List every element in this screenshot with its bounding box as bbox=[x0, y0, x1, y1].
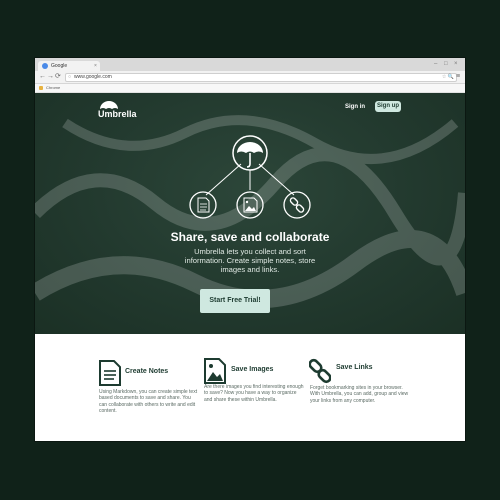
feature-save-links: Save Links Forget bookmarking sites in y… bbox=[309, 334, 419, 441]
hero-section: Umbrella Sign in Sign up Share, save and… bbox=[35, 93, 465, 334]
features-section: Create Notes Using Markdown, you can cre… bbox=[35, 334, 465, 441]
tab-bar: Google × – □ × bbox=[35, 58, 465, 71]
umbrella-circle-icon bbox=[232, 135, 268, 171]
start-free-trial-button[interactable]: Start Free Trial! bbox=[200, 289, 270, 313]
feature-description: Are there images you find interesting en… bbox=[204, 384, 304, 403]
address-bar[interactable]: ○ www.google.com ☆ 🔍 bbox=[65, 73, 457, 82]
image-icon bbox=[204, 358, 226, 384]
hero-headline: Share, save and collaborate bbox=[170, 230, 330, 244]
maximize-icon[interactable]: □ bbox=[444, 60, 448, 68]
browser-menu-icon[interactable]: ≡ bbox=[456, 72, 460, 82]
url-text: www.google.com bbox=[74, 74, 112, 80]
feature-save-images: Save Images Are there images you find in… bbox=[204, 334, 314, 441]
image-circle-icon bbox=[236, 191, 264, 219]
favicon-icon bbox=[42, 63, 48, 69]
bookmark-item[interactable]: Chrome bbox=[46, 84, 60, 92]
back-icon[interactable]: ← bbox=[39, 72, 46, 82]
feature-title: Save Links bbox=[336, 364, 373, 371]
reload-icon[interactable]: ⟳ bbox=[55, 72, 61, 82]
browser-window: Google × – □ × ← → ⟳ ○ www.google.com ☆ … bbox=[35, 58, 465, 441]
minimize-icon[interactable]: – bbox=[434, 60, 437, 68]
bookmark-folder-icon bbox=[39, 86, 43, 90]
bookmark-star-icon[interactable]: ☆ 🔍 bbox=[442, 74, 454, 81]
note-icon bbox=[99, 360, 121, 386]
hero-subtitle: Umbrella lets you collect and sort infor… bbox=[184, 247, 316, 274]
bookmarks-bar: Chrome bbox=[35, 84, 465, 93]
signup-button[interactable]: Sign up bbox=[375, 101, 401, 112]
browser-toolbar: ← → ⟳ ○ www.google.com ☆ 🔍 ≡ bbox=[35, 71, 465, 84]
page-info-icon: ○ bbox=[68, 74, 72, 80]
signin-link[interactable]: Sign in bbox=[345, 104, 365, 110]
window-close-icon[interactable]: × bbox=[454, 60, 458, 68]
feature-title: Save Images bbox=[231, 366, 274, 373]
feature-description: Forget bookmarking sites in your browser… bbox=[310, 385, 409, 404]
note-circle-icon bbox=[189, 191, 217, 219]
tab-close-icon[interactable]: × bbox=[94, 62, 97, 70]
link-icon bbox=[309, 358, 331, 384]
link-circle-icon bbox=[283, 191, 311, 219]
logo-text[interactable]: Umbrella bbox=[98, 109, 137, 119]
feature-description: Using Markdown, you can create simple te… bbox=[99, 389, 198, 414]
feature-title: Create Notes bbox=[125, 368, 169, 375]
browser-tab[interactable]: Google × bbox=[38, 61, 100, 71]
forward-icon[interactable]: → bbox=[47, 72, 54, 82]
feature-diagram bbox=[189, 135, 311, 219]
feature-create-notes: Create Notes Using Markdown, you can cre… bbox=[99, 334, 209, 441]
tab-title: Google bbox=[51, 63, 68, 69]
